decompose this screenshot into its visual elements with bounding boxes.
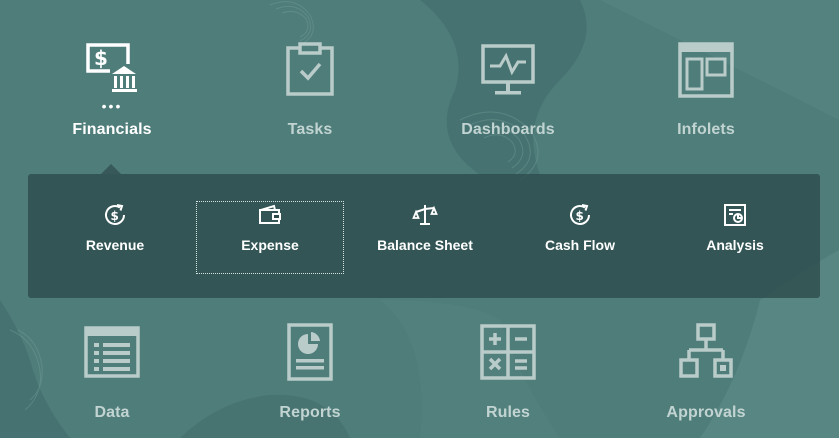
nav-tasks-label: Tasks (287, 121, 333, 138)
svg-text:$: $ (111, 209, 119, 223)
nav-tasks[interactable]: Tasks (230, 42, 390, 140)
calculator-icon (480, 324, 536, 380)
nav-data-label: Data (94, 404, 130, 421)
nav-rules-label: Rules (485, 404, 531, 421)
svg-text:$: $ (94, 46, 108, 70)
nav-infolets[interactable]: Infolets (626, 42, 786, 140)
submenu-analysis[interactable]: Analysis (662, 202, 808, 262)
nav-financials[interactable]: $ ••• Financials (32, 42, 192, 140)
clipboard-check-icon (286, 42, 334, 96)
submenu-expense[interactable]: Expense (196, 201, 344, 274)
svg-text:$: $ (576, 209, 584, 223)
nav-dashboards-label: Dashboards (461, 121, 555, 138)
report-pie-icon (287, 323, 333, 381)
submenu-pointer (101, 164, 121, 174)
nav-financials-label: Financials (72, 121, 152, 138)
nav-dashboards[interactable]: Dashboards (428, 42, 588, 140)
submenu-balance-sheet[interactable]: Balance Sheet (352, 202, 498, 262)
submenu-cash-flow-label: Cash Flow (544, 237, 615, 253)
nav-approvals-label: Approvals (666, 404, 746, 421)
hierarchy-icon (679, 323, 733, 378)
submenu-revenue-label: Revenue (85, 237, 145, 253)
more-dots[interactable]: ••• (32, 99, 192, 113)
wallet-icon (259, 204, 281, 224)
submenu-balance-sheet-label: Balance Sheet (377, 237, 473, 253)
submenu-revenue[interactable]: $ Revenue (42, 202, 188, 262)
scales-icon (412, 205, 438, 225)
submenu-analysis-label: Analysis (706, 237, 764, 253)
submenu-cash-flow[interactable]: $ Cash Flow (507, 202, 653, 262)
nav-reports[interactable]: Reports (230, 322, 390, 426)
monitor-chart-icon (481, 44, 535, 95)
nav-infolets-label: Infolets (677, 121, 735, 138)
dollar-refresh-icon: $ (105, 204, 125, 225)
submenu-expense-label: Expense (241, 237, 299, 253)
nav-approvals[interactable]: Approvals (626, 322, 786, 426)
data-grid-icon (84, 326, 140, 378)
nav-data[interactable]: Data (32, 322, 192, 426)
nav-rules[interactable]: Rules (428, 322, 588, 426)
nav-reports-label: Reports (279, 404, 341, 421)
layout-panel-icon (678, 42, 734, 98)
dollar-refresh-icon: $ (570, 204, 590, 225)
report-chart-icon (724, 204, 746, 226)
financials-submenu: $ Revenue Expense Balance Sheet $ Cash F… (28, 174, 820, 298)
money-bank-icon: $ (86, 43, 138, 92)
